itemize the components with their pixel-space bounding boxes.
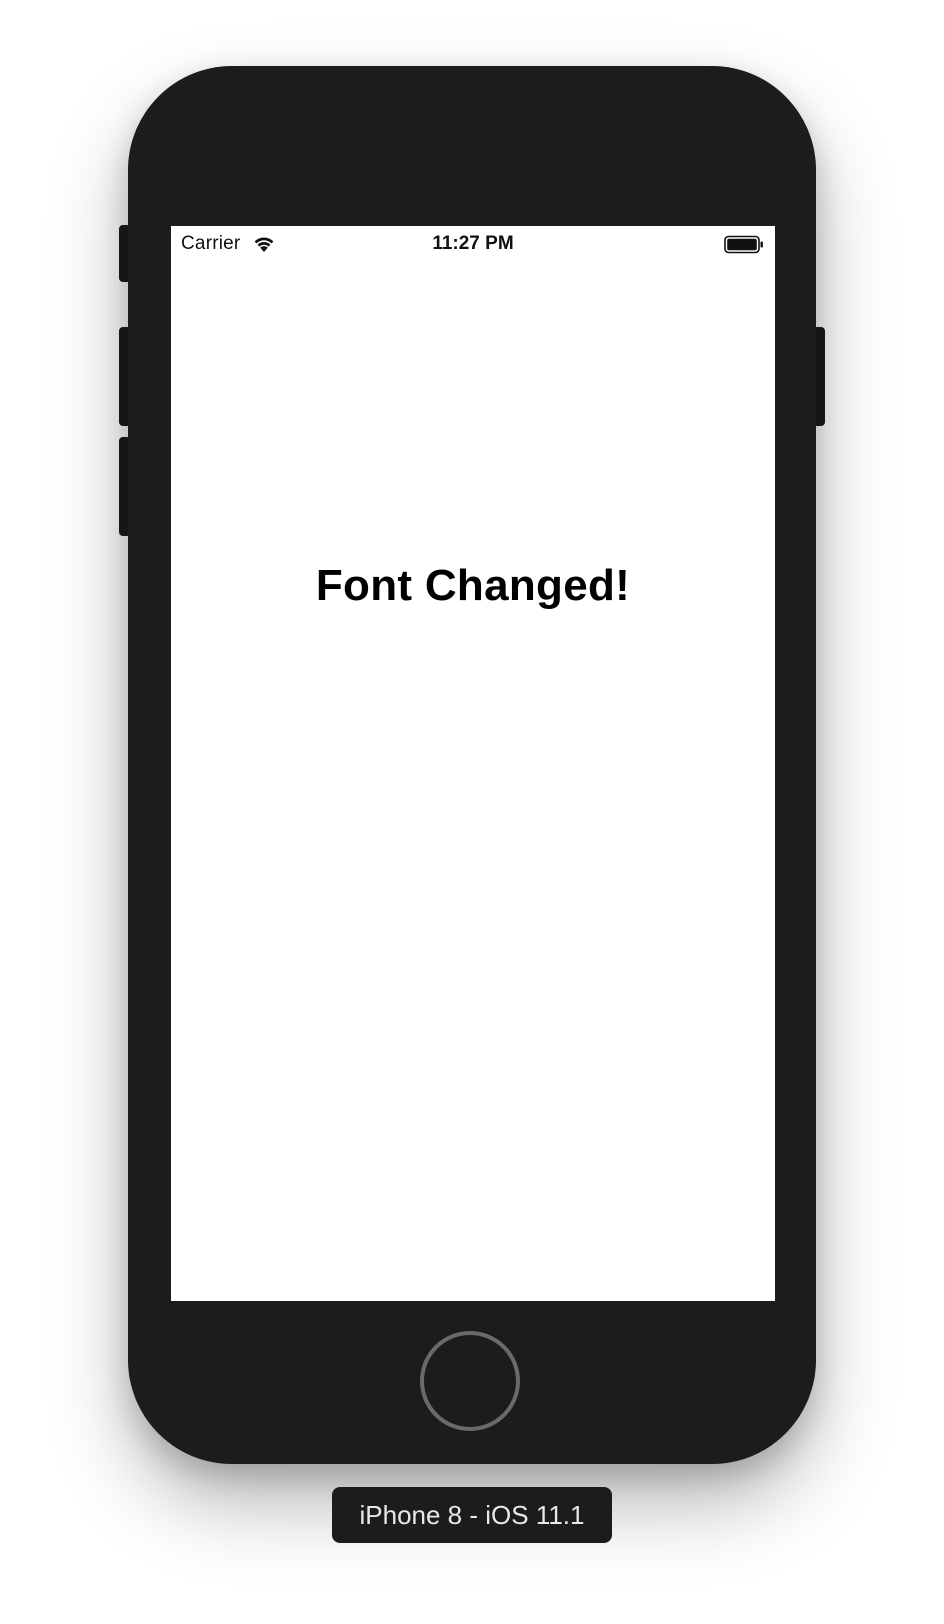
- device-screen[interactable]: Carrier 11:27 PM Font Changed!: [171, 226, 775, 1301]
- device-name-label: iPhone 8 - iOS 11.1: [332, 1487, 612, 1543]
- simulator-stage: Carrier 11:27 PM Font Changed! iPhone 8 …: [0, 0, 944, 1624]
- headline-label: Font Changed!: [315, 561, 631, 610]
- home-button[interactable]: [420, 1331, 520, 1431]
- status-time: 11:27 PM: [432, 233, 514, 254]
- status-bar: Carrier 11:27 PM: [171, 226, 775, 266]
- battery-full-icon: [724, 235, 763, 254]
